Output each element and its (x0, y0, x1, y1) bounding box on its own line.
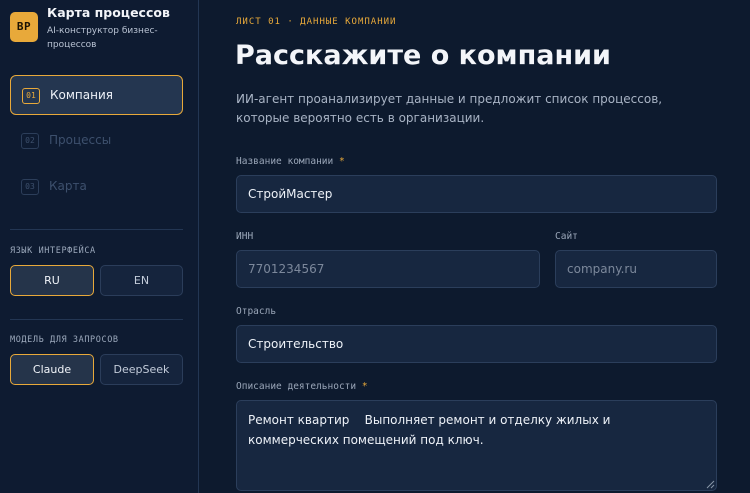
sidebar: BP Карта процессов AI-конструктор бизнес… (0, 0, 199, 493)
app-window: BP Карта процессов AI-конструктор бизнес… (0, 0, 750, 493)
step-number: 01 (22, 88, 40, 104)
page-description: ИИ-агент проанализирует данные и предлож… (236, 92, 663, 125)
required-mark: * (361, 381, 368, 392)
sheet-kicker: ЛИСТ 01 · ДАННЫЕ КОМПАНИИ (236, 17, 397, 27)
model-section-label: МОДЕЛЬ ДЛЯ ЗАПРОСОВ (10, 335, 119, 345)
label-text: Название компании (236, 156, 334, 167)
sidebar-divider (10, 319, 183, 320)
step-processes[interactable]: 02 Процессы (10, 121, 183, 161)
site-label: Сайт (555, 231, 578, 242)
main-content: ЛИСТ 01 · ДАННЫЕ КОМПАНИИ Расскажите о к… (200, 0, 750, 493)
resize-grip-icon[interactable] (706, 480, 715, 489)
app-subtitle: AI-конструктор бизнес-процессов (47, 26, 158, 50)
inn-input[interactable] (236, 250, 540, 288)
label-text: Описание деятельности (236, 381, 357, 392)
step-label: Карта (49, 179, 87, 193)
sidebar-divider (10, 229, 183, 230)
page-title: Расскажите о компании (235, 40, 611, 71)
industry-input[interactable] (236, 325, 717, 363)
lang-en-button[interactable]: EN (100, 265, 183, 296)
step-company[interactable]: 01 Компания (10, 75, 183, 115)
language-section-label: ЯЗЫК ИНТЕРФЕЙСА (10, 246, 96, 256)
industry-label: Отрасль (236, 306, 277, 317)
description-textarea[interactable]: Ремонт квартир Выполняет ремонт и отделк… (236, 400, 717, 491)
brand: BP Карта процессов AI-конструктор бизнес… (10, 4, 195, 56)
step-map[interactable]: 03 Карта (10, 167, 183, 207)
app-title: Карта процессов (47, 5, 170, 20)
app-logo: BP (10, 12, 38, 42)
step-number: 02 (21, 133, 39, 149)
required-mark: * (338, 156, 345, 167)
inn-label: ИНН (236, 231, 254, 242)
description-label: Описание деятельности * (236, 381, 368, 392)
company-name-input[interactable] (236, 175, 717, 213)
step-label: Компания (50, 88, 113, 102)
company-name-label: Название компании * (236, 156, 345, 167)
step-label: Процессы (49, 133, 112, 147)
lang-ru-button[interactable]: RU (10, 265, 94, 296)
model-deepseek-button[interactable]: DeepSeek (100, 354, 183, 385)
step-number: 03 (21, 179, 39, 195)
site-input[interactable] (555, 250, 717, 288)
model-claude-button[interactable]: Claude (10, 354, 94, 385)
